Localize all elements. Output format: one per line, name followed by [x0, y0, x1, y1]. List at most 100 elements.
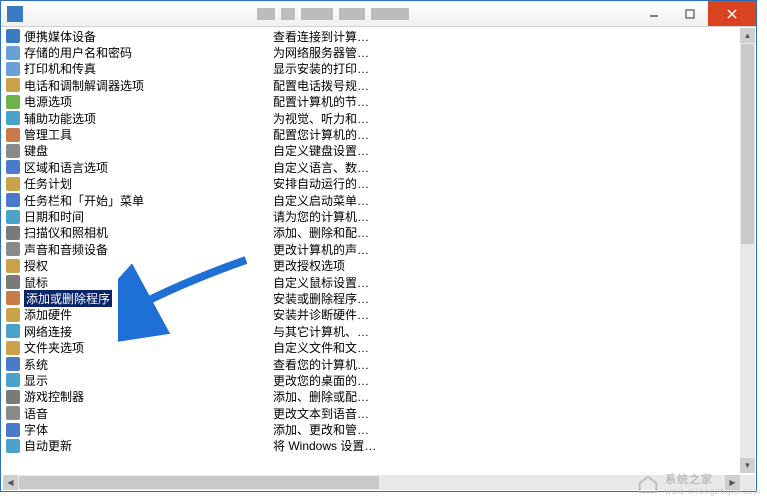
minimize-button[interactable] [636, 1, 672, 26]
item-description: 安排自动运行的… [268, 175, 740, 192]
vertical-scroll-thumb[interactable] [741, 44, 754, 244]
item-icon [5, 209, 21, 225]
watermark: 系统之家 www.xitongzhijia.com [637, 471, 761, 496]
list-item[interactable]: 字体 添加、更改和管… [3, 421, 740, 437]
list-item[interactable]: 添加或删除程序 安装或删除程序… [3, 290, 740, 306]
item-name: 电源选项 [24, 93, 72, 110]
list-item[interactable]: 电话和调制解调器选项 配置电话拨号规… [3, 77, 740, 93]
item-name: 添加硬件 [24, 306, 72, 323]
item-icon [5, 45, 21, 61]
item-name: 任务计划 [24, 175, 72, 192]
item-icon [5, 110, 21, 126]
list-item[interactable]: 语音 更改文本到语音… [3, 405, 740, 421]
list-item[interactable]: 键盘自定义键盘设置… [3, 143, 740, 159]
item-icon [5, 176, 21, 192]
items-list[interactable]: 便携媒体设备查看连接到计算…存储的用户名和密码为网络服务器管…打印机和传真显示安… [3, 28, 740, 473]
list-item[interactable]: 便携媒体设备查看连接到计算… [3, 28, 740, 44]
control-panel-window: 便携媒体设备查看连接到计算…存储的用户名和密码为网络服务器管…打印机和传真显示安… [0, 0, 757, 492]
item-icon [5, 323, 21, 339]
list-item[interactable]: 任务栏和「开始」菜单自定义启动菜单… [3, 192, 740, 208]
item-name: 辅助功能选项 [24, 110, 96, 127]
item-icon [5, 258, 21, 274]
watermark-text: 系统之家 [665, 471, 761, 487]
item-name: 显示 [24, 372, 48, 389]
scroll-up-button[interactable]: ▲ [740, 28, 755, 43]
item-name: 文件夹选项 [24, 339, 84, 356]
watermark-logo-icon [637, 473, 659, 495]
list-item[interactable]: 任务计划 安排自动运行的… [3, 176, 740, 192]
list-item[interactable]: 自动更新 将 Windows 设置… [3, 438, 740, 454]
list-item[interactable]: 扫描仪和照相机 添加、删除和配… [3, 225, 740, 241]
item-name: 网络连接 [24, 323, 72, 340]
item-name: 任务栏和「开始」菜单 [24, 192, 144, 209]
item-description: 添加、删除或配… [268, 388, 740, 405]
list-item[interactable]: 日期和时间 请为您的计算机… [3, 208, 740, 224]
list-item[interactable]: 区域和语言选项 自定义语言、数… [3, 159, 740, 175]
item-name: 日期和时间 [24, 208, 84, 225]
maximize-button[interactable] [672, 1, 708, 26]
item-description: 添加、删除和配… [268, 224, 740, 241]
item-name: 字体 [24, 421, 48, 438]
item-description: 配置电话拨号规… [268, 77, 740, 94]
list-item[interactable]: 电源选项配置计算机的节… [3, 94, 740, 110]
item-name: 键盘 [24, 142, 48, 159]
item-description: 安装或删除程序… [268, 290, 740, 307]
horizontal-scrollbar[interactable]: ◀ ▶ [3, 475, 740, 490]
list-item[interactable]: 存储的用户名和密码为网络服务器管… [3, 44, 740, 60]
scroll-left-button[interactable]: ◀ [3, 475, 18, 490]
item-name: 电话和调制解调器选项 [24, 77, 144, 94]
list-item[interactable]: 管理工具配置您计算机的… [3, 126, 740, 142]
item-name: 区域和语言选项 [24, 159, 108, 176]
list-item[interactable]: 显示更改您的桌面的… [3, 372, 740, 388]
close-button[interactable] [708, 1, 756, 26]
item-name: 打印机和传真 [24, 60, 96, 77]
item-icon [5, 77, 21, 93]
list-item[interactable]: 文件夹选项自定义文件和文… [3, 339, 740, 355]
item-name: 管理工具 [24, 126, 72, 143]
item-description: 请为您的计算机… [268, 208, 740, 225]
item-icon [5, 143, 21, 159]
list-item[interactable]: 添加硬件安装并诊断硬件… [3, 307, 740, 323]
close-icon [726, 8, 738, 20]
item-description: 与其它计算机、… [268, 323, 740, 340]
item-icon [5, 340, 21, 356]
item-description: 为网络服务器管… [268, 44, 740, 61]
list-item[interactable]: 声音和音频设备更改计算机的声… [3, 241, 740, 257]
titlebar-left [1, 6, 29, 22]
list-item[interactable]: 游戏控制器 添加、删除或配… [3, 389, 740, 405]
list-item[interactable]: 网络连接 与其它计算机、… [3, 323, 740, 339]
item-icon [5, 356, 21, 372]
titlebar[interactable] [1, 1, 756, 27]
list-item[interactable]: 打印机和传真 显示安装的打印… [3, 61, 740, 77]
horizontal-scroll-track[interactable] [18, 475, 725, 490]
item-name: 游戏控制器 [24, 388, 84, 405]
item-description: 将 Windows 设置… [268, 437, 740, 454]
item-name: 扫描仪和照相机 [24, 224, 108, 241]
horizontal-scroll-thumb[interactable] [19, 476, 379, 489]
item-description: 添加、更改和管… [268, 421, 740, 438]
item-description: 查看连接到计算… [268, 28, 740, 45]
minimize-icon [649, 9, 659, 19]
item-icon [5, 372, 21, 388]
item-description: 更改文本到语音… [268, 405, 740, 422]
item-icon [5, 192, 21, 208]
item-description: 自定义鼠标设置… [268, 274, 740, 291]
list-item[interactable]: 辅助功能选项为视觉、听力和… [3, 110, 740, 126]
item-description: 更改授权选项 [268, 257, 740, 274]
item-icon [5, 405, 21, 421]
list-item[interactable]: 系统查看您的计算机… [3, 356, 740, 372]
vertical-scrollbar[interactable]: ▲ ▼ [740, 28, 755, 473]
window-buttons [636, 1, 756, 26]
item-icon [5, 422, 21, 438]
item-description: 查看您的计算机… [268, 356, 740, 373]
maximize-icon [685, 9, 695, 19]
item-description: 显示安装的打印… [268, 60, 740, 77]
item-description: 自定义语言、数… [268, 159, 740, 176]
control-panel-icon [7, 6, 23, 22]
item-name: 语音 [24, 405, 48, 422]
item-name: 自动更新 [24, 437, 72, 454]
list-item[interactable]: 鼠标自定义鼠标设置… [3, 274, 740, 290]
list-item[interactable]: 授权更改授权选项 [3, 257, 740, 273]
item-icon [5, 438, 21, 454]
item-name: 添加或删除程序 [24, 290, 112, 307]
